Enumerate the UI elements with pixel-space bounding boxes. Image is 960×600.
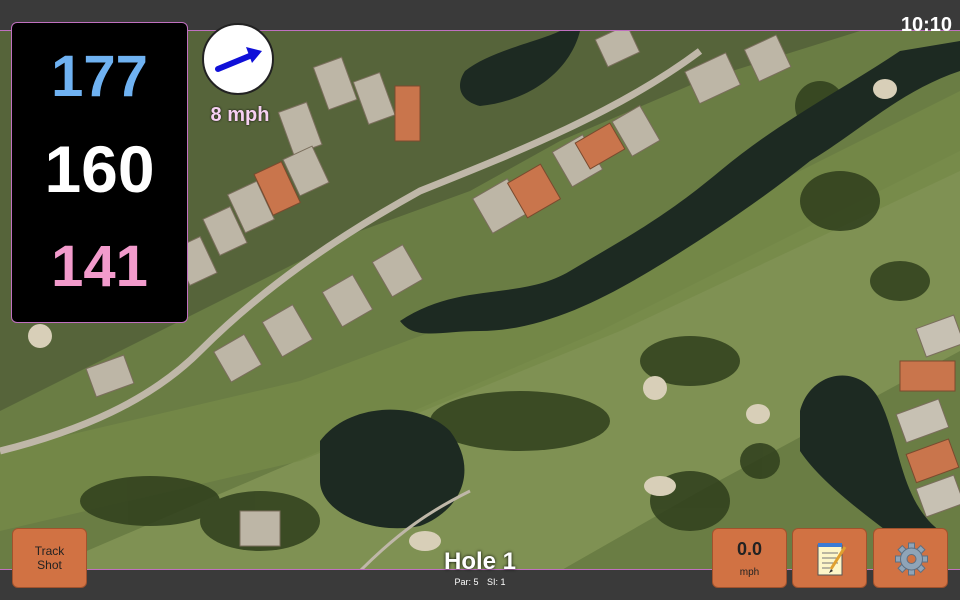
notepad-icon (817, 543, 847, 576)
settings-button[interactable] (873, 528, 948, 588)
wind-arrow-icon (215, 47, 262, 72)
distance-panel: 177 160 141 (11, 22, 188, 323)
speed-button[interactable]: 0.0 mph (712, 528, 787, 588)
track-shot-label-line1: Track (34, 544, 65, 558)
distance-back: 177 (51, 44, 148, 109)
hole-si: SI: 1 (487, 577, 506, 587)
hole-par: Par: 5 (454, 577, 479, 587)
speed-unit: mph (739, 567, 760, 578)
hole-meta: Par: 5 SI: 1 (380, 577, 580, 587)
clock: 10:10 (900, 14, 952, 36)
gear-icon (895, 542, 928, 576)
hole-title: Hole 1 (443, 548, 517, 575)
distance-front: 141 (51, 234, 148, 299)
track-shot-label-line2: Shot (37, 558, 62, 572)
speed-value: 0.0 (736, 539, 763, 559)
track-shot-button[interactable]: Track Shot (12, 528, 87, 588)
wind-dial (202, 23, 274, 95)
distance-middle: 160 (44, 132, 155, 206)
notes-button[interactable] (792, 528, 867, 588)
wind-speed: 8 mph (210, 104, 270, 126)
